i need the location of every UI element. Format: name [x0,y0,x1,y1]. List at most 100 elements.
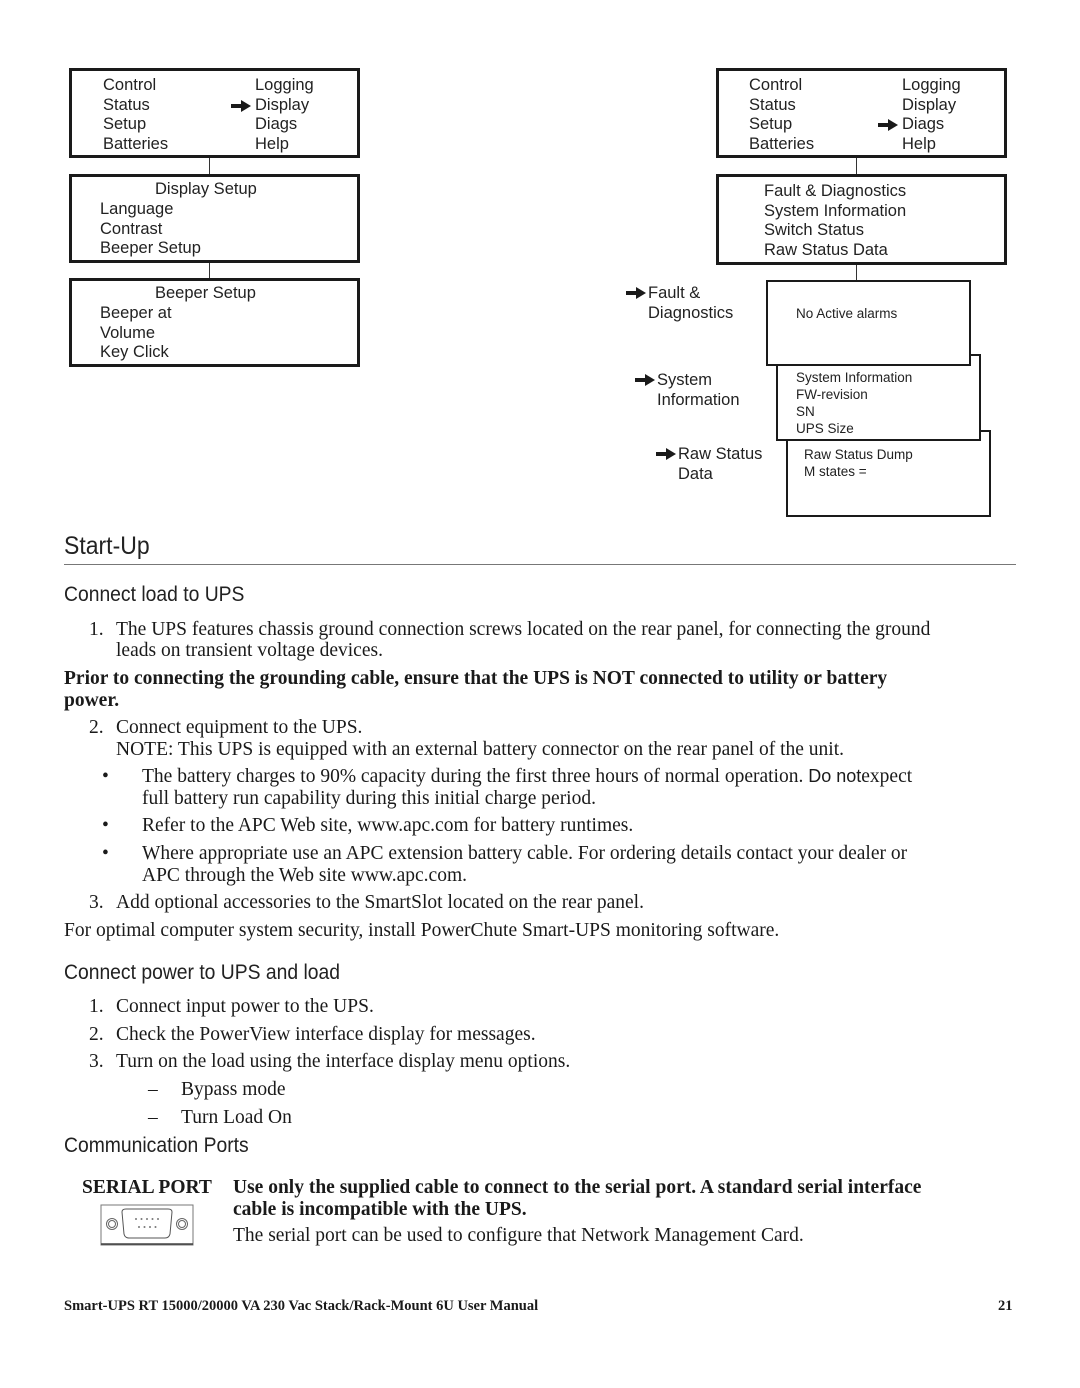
raw-status-data-label: Raw Status Data [656,444,762,484]
menu-item: Status [103,95,150,114]
step-number: 1. [89,996,104,1017]
serial-cable-warning-line-1: Use only the supplied cable to connect t… [233,1177,922,1198]
arrow-right-icon [878,119,898,131]
connector-line [856,265,857,281]
menu-item: Setup [749,115,793,133]
section-divider [64,564,1016,565]
menu-item: System Information [764,201,907,220]
menu-item: Batteries [749,134,815,153]
arrow-right-icon [231,100,251,112]
dash: – [148,1079,158,1100]
display-setup-title: Display Setup [155,180,257,198]
heading-connect-load: Connect load to UPS [64,583,245,606]
system-information-label: System Information [635,370,740,410]
substep-turn-load-on: Turn Load On [181,1107,292,1128]
menu-item: Diags [255,115,298,133]
db9-serial-port-icon [100,1204,194,1246]
bullet: • [102,815,109,836]
bullet-2-line-1: Refer to the APC Web site, www.apc.com f… [142,815,634,836]
menu-item: Control [103,76,157,94]
step-number: 2. [89,1024,104,1045]
diags-menu-box: Fault & Diagnostics System Information S… [716,174,1007,265]
step-1-line-1: The UPS features chassis ground connecti… [116,619,931,640]
screen-line: M states = [804,464,867,479]
beeper-setup-items: Beeper at Volume Key Click [100,304,172,363]
heading-connect-power: Connect power to UPS and load [64,961,341,984]
screen-line: No Active alarms [796,306,898,321]
screen-line: SN [796,404,815,419]
fault-diagnostics-label: Fault & Diagnostics [626,283,733,323]
right-main-menu-col1: Control Status Setup Batteries [749,76,814,154]
menu-item: Setup [103,115,147,133]
menu-item: Help [902,134,936,153]
menu-item: Fault & Diagnostics [764,182,907,200]
substep-bypass-mode: Bypass mode [181,1079,286,1100]
arrow-right-icon [635,374,655,386]
connector-line [209,158,210,175]
menu-item: Switch Status [764,221,864,239]
menu-item: Raw Status Data [764,240,888,259]
heading-communication-ports: Communication Ports [64,1134,249,1157]
page-number: 21 [998,1298,1013,1314]
menu-item: Control [749,76,803,94]
menu-item: Status [749,95,796,114]
arrow-right-icon [656,448,676,460]
powerchute-note: For optimal computer system security, in… [64,920,780,941]
menu-item: Beeper Setup [100,239,201,257]
display-setup-items: Language Contrast Beeper Setup [100,200,201,259]
screen-line: System Information [796,370,913,385]
screen-line: UPS Size [796,421,854,436]
fault-diagnostics-screen: No Active alarms [766,280,971,366]
menu-item: Language [100,200,174,218]
power-step-1: Connect input power to the UPS. [116,996,374,1017]
step-number: 2. [89,717,104,738]
grounding-warning-line-2: power. [64,690,120,711]
step-2-text: Connect equipment to the UPS. [116,717,363,738]
grounding-warning-line-1: Prior to connecting the grounding cable,… [64,668,888,689]
menu-item: Volume [100,323,156,342]
left-main-menu-col2: Logging Display Diags Help [255,76,314,154]
bullet: • [102,766,109,787]
menu-item: Display [902,95,957,114]
beeper-setup-title: Beeper Setup [155,284,256,302]
bullet-1-line-2: full battery run capability during this … [142,788,596,809]
step-3-text: Add optional accessories to the SmartSlo… [116,892,644,913]
serial-port-info: The serial port can be used to configure… [233,1225,804,1246]
bullet-1-line-1: The battery charges to 90% capacity duri… [142,766,913,787]
menu-item: Help [255,134,289,153]
connector-line [209,263,210,279]
screen-line: Raw Status Dump [804,447,913,462]
diags-menu-items: Fault & Diagnostics System Information S… [764,182,906,260]
power-step-3: Turn on the load using the interface dis… [116,1051,571,1072]
serial-port-label: SERIAL PORT [82,1177,212,1198]
footer-manual-title: Smart-UPS RT 15000/20000 VA 230 Vac Stac… [64,1298,539,1314]
step-1-line-2: leads on transient voltage devices. [116,640,383,661]
menu-item: Logging [255,76,314,94]
menu-item: Batteries [103,134,169,153]
step-number: 3. [89,1051,104,1072]
menu-item-selected: Display [255,96,314,116]
bullet: • [102,843,109,864]
menu-item: Key Click [100,343,169,361]
power-step-2: Check the PowerView interface display fo… [116,1024,536,1045]
raw-status-screen: Raw Status Dump M states = [786,430,991,517]
left-main-menu-box: Control Status Setup Batteries Logging D… [69,68,360,158]
beeper-setup-box: Beeper Setup Beeper at Volume Key Click [69,278,360,367]
dash: – [148,1107,158,1128]
arrow-right-icon [626,287,646,299]
step-number: 1. [89,619,104,640]
right-main-menu-box: Control Status Setup Batteries Logging D… [716,68,1007,158]
section-title-start-up: Start-Up [64,532,150,560]
bullet-3-line-2: APC through the Web site www.apc.com. [142,865,468,886]
left-main-menu-col1: Control Status Setup Batteries [103,76,168,154]
bullet-3-line-1: Where appropriate use an APC extension b… [142,843,908,864]
step-2-note: NOTE: This UPS is equipped with an exter… [116,739,844,760]
right-main-menu-col2: Logging Display Diags Help [902,76,961,154]
system-information-screen: System Information FW-revision SN UPS Si… [776,354,981,441]
menu-item: Contrast [100,219,163,238]
step-number: 3. [89,892,104,913]
screen-line: FW-revision [796,387,868,402]
serial-cable-warning-line-2: cable is incompatible with the UPS. [233,1199,527,1220]
menu-item-selected: Diags [902,115,961,135]
menu-item: Beeper at [100,304,172,322]
